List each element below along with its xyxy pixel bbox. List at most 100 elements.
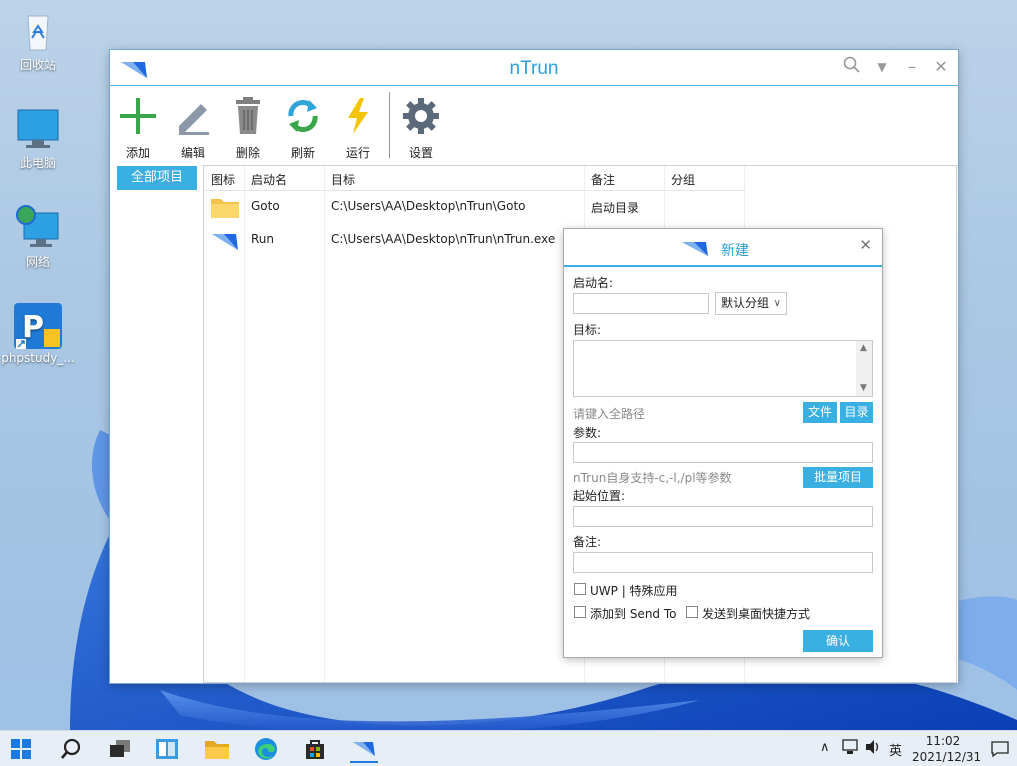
scroll-up-icon[interactable]: ▲ — [860, 343, 867, 353]
table-row[interactable]: Goto C:\Users\AA\Desktop\nTrun\Goto 启动目录 — [204, 192, 956, 224]
notification-button[interactable] — [986, 735, 1014, 763]
plus-icon — [110, 94, 166, 138]
clock-date: 2021/12/31 — [912, 750, 982, 764]
close-button[interactable]: ✕ — [930, 56, 952, 78]
scroll-down-icon[interactable]: ▼ — [860, 383, 867, 393]
minimize-button[interactable]: – — [901, 56, 923, 78]
ntrun-app-icon — [212, 234, 238, 250]
monitor-icon — [14, 106, 62, 152]
desktop-icon-recycle-bin[interactable]: 回收站 — [0, 8, 76, 73]
file-explorer-button[interactable] — [203, 735, 231, 763]
row-note: 启动目录 — [591, 201, 640, 215]
ntrun-taskbar-button[interactable] — [350, 735, 378, 763]
phpstudy-icon: P — [14, 303, 62, 349]
clock-time: 11:02 — [925, 734, 961, 748]
network-status-icon[interactable] — [842, 739, 860, 759]
edit-label: 编辑 — [180, 146, 205, 160]
system-clock[interactable]: 11:02 2021/12/31 — [912, 733, 982, 765]
task-view-button[interactable] — [106, 735, 134, 763]
start-dir-input[interactable] — [573, 506, 873, 527]
dropdown-menu-icon[interactable]: ▼ — [871, 56, 893, 78]
row-target: C:\Users\AA\Desktop\nTrun\nTrun.exe — [331, 232, 556, 246]
run-button[interactable]: 运行 — [330, 94, 386, 161]
settings-label: 设置 — [408, 146, 433, 160]
column-header-icon[interactable]: 图标 — [211, 171, 235, 188]
input-method-indicator[interactable]: 英 — [889, 740, 902, 759]
settings-button[interactable]: 设置 — [393, 94, 449, 161]
target-hint: 请键入全路径 — [573, 407, 646, 421]
row-name: Goto — [251, 199, 280, 213]
group-select[interactable]: 默认分组 ∨ — [715, 292, 787, 315]
file-button[interactable]: 文件 — [803, 402, 837, 423]
delete-button[interactable]: 删除 — [220, 94, 276, 161]
taskbar: ∧ 英 11:02 2021/12/31 — [0, 730, 1017, 766]
column-header-target[interactable]: 目标 — [331, 171, 355, 188]
toolbar-separator — [389, 92, 390, 158]
desktop-icon-label: phpstudy_... — [1, 351, 75, 365]
uwp-checkbox[interactable] — [574, 583, 586, 595]
name-input[interactable] — [573, 293, 709, 314]
title-bar: nTrun ▼ – ✕ — [110, 50, 958, 86]
lightning-icon — [330, 94, 386, 138]
delete-label: 删除 — [235, 146, 260, 160]
desktop-shortcut-label: 发送到桌面快捷方式 — [702, 607, 811, 621]
volume-icon[interactable] — [864, 739, 882, 759]
desktop-icon-label: 回收站 — [19, 58, 56, 72]
add-button[interactable]: 添加 — [110, 94, 166, 161]
window-title: nTrun — [509, 58, 559, 79]
sendto-checkbox[interactable] — [574, 606, 586, 618]
refresh-icon — [275, 94, 331, 138]
target-label: 目标: — [573, 323, 602, 337]
target-scrollbar[interactable]: ▲ ▼ — [856, 341, 872, 396]
start-button[interactable] — [7, 735, 35, 763]
confirm-button[interactable]: 确认 — [803, 630, 873, 652]
column-header-name[interactable]: 启动名 — [251, 171, 287, 188]
desktop-icon-label: 网络 — [25, 255, 50, 269]
desktop-icon-network[interactable]: 网络 — [0, 205, 76, 270]
search-taskbar-button[interactable] — [57, 735, 85, 763]
chevron-down-icon: ∨ — [773, 298, 781, 309]
dialog-title: 新建 — [721, 243, 749, 259]
folder-icon — [205, 741, 229, 759]
directory-button[interactable]: 目录 — [840, 402, 873, 423]
edge-browser-button[interactable] — [252, 735, 280, 763]
notification-icon — [991, 741, 1009, 757]
note-input[interactable] — [573, 552, 873, 573]
refresh-button[interactable]: 刷新 — [275, 94, 331, 161]
dialog-close-button[interactable]: ✕ — [859, 236, 872, 254]
trash-icon — [220, 94, 276, 138]
edge-icon — [255, 738, 277, 760]
start-dir-label: 起始位置: — [573, 489, 626, 503]
desktop-icon-label: 此电脑 — [19, 156, 56, 170]
edit-button[interactable]: 编辑 — [165, 94, 221, 161]
refresh-label: 刷新 — [290, 146, 315, 160]
widgets-icon — [156, 739, 178, 759]
recycle-bin-icon — [14, 8, 62, 54]
dialog-header: 新建 ✕ — [564, 229, 882, 267]
desktop-icon-this-pc[interactable]: 此电脑 — [0, 106, 76, 171]
sidebar-item-all-items[interactable]: 全部项目 — [117, 166, 197, 190]
row-target: C:\Users\AA\Desktop\nTrun\Goto — [331, 199, 526, 213]
tray-overflow-icon[interactable]: ∧ — [820, 740, 830, 755]
search-icon — [61, 738, 81, 759]
params-label: 参数: — [573, 426, 602, 440]
desktop-shortcut-checkbox[interactable] — [686, 606, 698, 618]
batch-items-button[interactable]: 批量项目 — [803, 467, 873, 488]
target-textarea[interactable]: ▲ ▼ — [573, 340, 873, 397]
column-header-note[interactable]: 备注 — [591, 171, 615, 188]
store-button[interactable] — [301, 735, 329, 763]
note-label: 备注: — [573, 535, 602, 549]
params-input[interactable] — [573, 442, 873, 463]
row-name: Run — [251, 232, 275, 246]
store-icon — [306, 740, 324, 759]
desktop-icon-phpstudy[interactable]: P phpstudy_... — [0, 303, 76, 365]
column-header-group[interactable]: 分组 — [671, 171, 695, 188]
windows-icon — [11, 739, 31, 759]
add-label: 添加 — [125, 146, 150, 160]
ntrun-logo-icon — [682, 242, 708, 256]
name-label: 启动名: — [573, 276, 614, 290]
gear-icon — [393, 94, 449, 138]
header-divider — [204, 190, 745, 191]
widgets-button[interactable] — [153, 735, 181, 763]
search-icon[interactable] — [841, 56, 863, 78]
